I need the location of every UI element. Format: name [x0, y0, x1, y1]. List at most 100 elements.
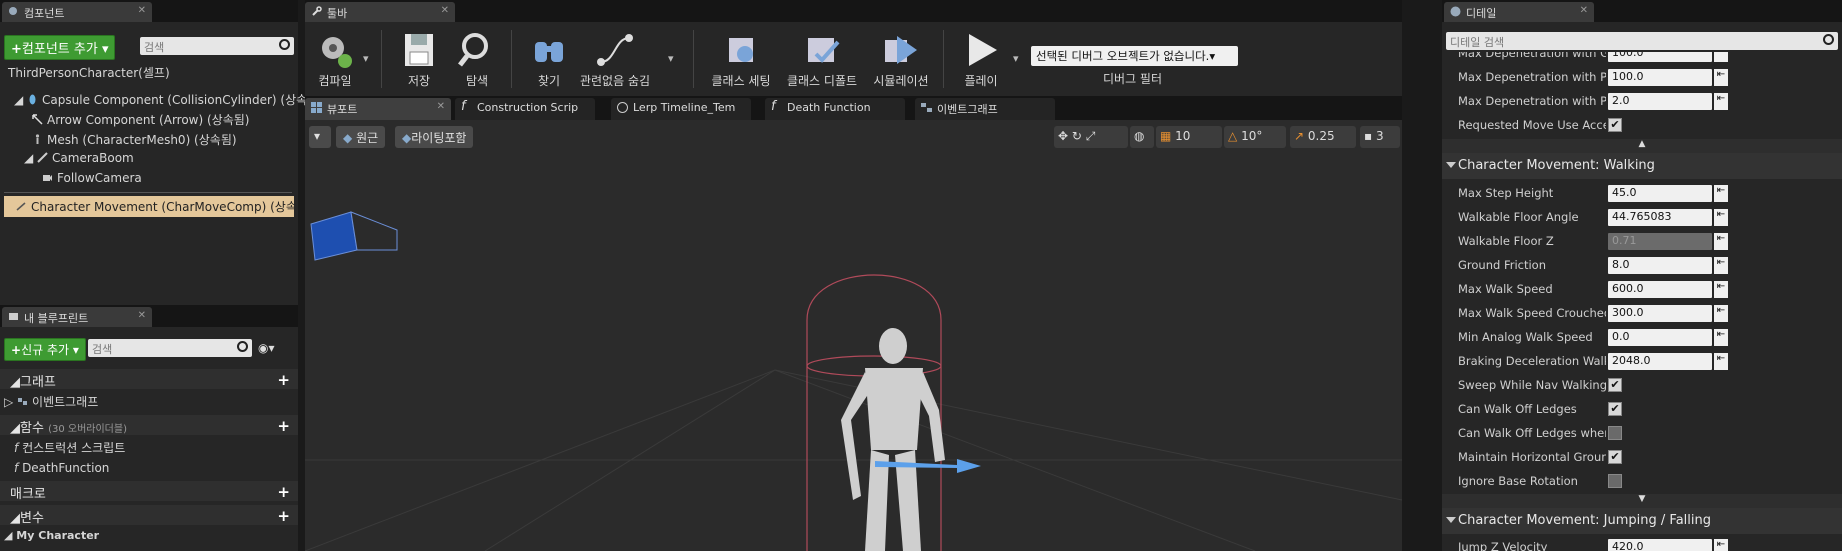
reset-icon[interactable]: ⇤: [1714, 209, 1728, 226]
tree-item-self[interactable]: ThirdPersonCharacter(셀프): [8, 64, 170, 81]
add-function-icon[interactable]: +: [277, 417, 290, 435]
close-icon[interactable]: ✕: [138, 310, 146, 321]
details-search-input[interactable]: 디테일 검색: [1446, 32, 1838, 50]
viewport[interactable]: ▾ ◆ 원근 ◆라이팅포함 ✥ ↻ ⤢ ◍ ▦ 10 △ 10° ↗ 0.25 …: [305, 120, 1402, 551]
class-defaults-button[interactable]: 클래스 디폴트: [781, 30, 863, 89]
grid-snap-control[interactable]: ▦ 10: [1156, 126, 1222, 148]
scale-icon[interactable]: ⤢: [1086, 129, 1096, 143]
property-checkbox[interactable]: ✔: [1608, 402, 1622, 416]
add-graph-icon[interactable]: +: [277, 371, 290, 389]
rotation-snap-control[interactable]: △ 10°: [1224, 126, 1286, 148]
reset-icon[interactable]: ⇤: [1714, 69, 1728, 86]
close-icon[interactable]: ✕: [1580, 5, 1588, 16]
add-macro-icon[interactable]: +: [277, 483, 290, 501]
property-value[interactable]: 100.0 ⇤: [1608, 52, 1728, 62]
reset-icon[interactable]: ⇤: [1714, 329, 1728, 346]
close-icon[interactable]: ✕: [437, 101, 445, 112]
property-value[interactable]: 8.0 ⇤: [1608, 257, 1728, 274]
list-item-function[interactable]: f DeathFunction: [14, 461, 109, 475]
debug-object-select[interactable]: 선택된 디버그 오브젝트가 없습니다.▾: [1031, 46, 1238, 66]
property-value[interactable]: 600.0 ⇤: [1608, 281, 1728, 298]
tree-item-arrow[interactable]: Arrow Component (Arrow) (상속됨): [32, 111, 249, 128]
tab-lerp-timeline[interactable]: Lerp Timeline_Tem: [611, 98, 751, 120]
find-button[interactable]: 찾기: [519, 30, 579, 89]
add-new-button[interactable]: +신규 추가 ▾: [4, 338, 86, 361]
chevron-down-icon[interactable]: ▾: [668, 52, 674, 65]
hide-unrelated-button[interactable]: 관련없음 숨김: [575, 30, 655, 89]
tab-components[interactable]: 컴포넌트 ✕: [2, 2, 152, 22]
rotate-icon[interactable]: ↻: [1072, 129, 1082, 143]
tab-details[interactable]: 디테일 ✕: [1444, 2, 1594, 22]
components-search-input[interactable]: 검색: [140, 37, 294, 55]
camera-speed-control[interactable]: ▪ 3: [1360, 126, 1400, 148]
category-my-character[interactable]: ◢ My Character: [4, 529, 99, 542]
collapse-arrow-icon[interactable]: ▲: [1442, 139, 1842, 153]
reset-icon[interactable]: ⇤: [1714, 185, 1728, 202]
perspective-button[interactable]: ◆ 원근: [336, 126, 386, 148]
browse-button[interactable]: 탐색: [451, 30, 503, 89]
property-checkbox[interactable]: ✔: [1608, 378, 1622, 392]
chevron-down-icon[interactable]: ▾: [363, 52, 369, 65]
scale-snap-control[interactable]: ↗ 0.25: [1290, 126, 1356, 148]
property-label: Can Walk Off Ledges: [1458, 402, 1577, 416]
functions-section[interactable]: ◢함수 (30 오버라이더블) +: [0, 415, 298, 436]
property-value[interactable]: 2048.0 ⇤: [1608, 353, 1728, 370]
property-checkbox[interactable]: [1608, 426, 1622, 440]
tree-item-followcamera[interactable]: FollowCamera: [42, 171, 142, 185]
play-button[interactable]: 플레이: [951, 30, 1011, 89]
viewport-options-button[interactable]: ▾: [309, 126, 331, 148]
reset-icon[interactable]: ⇤: [1714, 257, 1728, 274]
world-local-toggle[interactable]: ◍: [1130, 126, 1154, 148]
reset-icon[interactable]: ⇤: [1714, 281, 1728, 298]
property-value[interactable]: 300.0 ⇤: [1608, 305, 1728, 322]
list-item-event-graph[interactable]: ▷ 이벤트그래프: [4, 393, 98, 410]
move-icon[interactable]: ✥: [1058, 129, 1068, 143]
property-checkbox[interactable]: ✔: [1608, 450, 1622, 464]
tab-event-graph[interactable]: 이벤트그래프: [915, 98, 1055, 120]
eye-icon[interactable]: ◉▾: [258, 341, 275, 355]
tab-my-blueprint[interactable]: 내 블루프린트 ✕: [2, 307, 152, 327]
tree-item-capsule[interactable]: ◢ Capsule Component (CollisionCylinder) …: [14, 91, 323, 108]
property-value[interactable]: 100.0 ⇤: [1608, 69, 1728, 86]
category-walking[interactable]: Character Movement: Walking: [1442, 153, 1842, 179]
property-checkbox[interactable]: ✔: [1608, 118, 1622, 132]
blueprint-search-input[interactable]: 검색: [88, 339, 252, 357]
reset-icon[interactable]: ⇤: [1714, 353, 1728, 370]
reset-icon[interactable]: ⇤: [1714, 539, 1728, 551]
simulation-button[interactable]: 시뮬레이션: [863, 30, 939, 89]
list-item-function[interactable]: f 컨스트럭션 스크립트: [14, 439, 125, 456]
variables-section[interactable]: ◢변수 +: [0, 505, 298, 526]
close-icon[interactable]: ✕: [441, 5, 449, 16]
add-component-button[interactable]: +컴포넌트 추가 ▾: [4, 35, 116, 60]
function-icon: f: [14, 461, 19, 475]
tab-toolbar[interactable]: 툴바 ✕: [305, 2, 455, 22]
tab-construction-script[interactable]: f Construction Scrip: [455, 98, 595, 120]
tree-item-charmovement[interactable]: Character Movement (CharMoveComp) (상속됨): [4, 196, 294, 217]
tree-item-mesh[interactable]: Mesh (CharacterMesh0) (상속됨): [32, 131, 237, 148]
reset-icon[interactable]: ⇤: [1714, 52, 1728, 62]
property-value[interactable]: 45.0 ⇤: [1608, 185, 1728, 202]
property-value[interactable]: 420.0 ⇤: [1608, 539, 1728, 551]
lit-mode-button[interactable]: ◆라이팅포함: [395, 126, 474, 148]
property-value[interactable]: 0.0 ⇤: [1608, 329, 1728, 346]
macros-section[interactable]: 매크로 +: [0, 481, 298, 502]
reset-icon[interactable]: ⇤: [1714, 93, 1728, 110]
property-value[interactable]: 44.765083 ⇤: [1608, 209, 1728, 226]
transform-tools[interactable]: ✥ ↻ ⤢: [1054, 126, 1128, 148]
reset-icon[interactable]: ⇤: [1714, 305, 1728, 322]
tab-death-function[interactable]: f Death Function: [765, 98, 905, 120]
class-settings-button[interactable]: 클래스 세팅: [701, 30, 781, 89]
graph-section[interactable]: ◢그래프 +: [0, 369, 298, 390]
tree-item-cameraboom[interactable]: ◢ CameraBoom: [24, 151, 134, 165]
property-value[interactable]: 2.0 ⇤: [1608, 93, 1728, 110]
add-variable-icon[interactable]: +: [277, 507, 290, 525]
compile-button[interactable]: 컴파일: [309, 30, 361, 89]
save-button[interactable]: 저장: [393, 30, 445, 89]
expand-arrow-icon[interactable]: ▼: [1442, 494, 1842, 508]
tab-viewport[interactable]: 뷰포트 ✕: [305, 98, 451, 120]
chevron-down-icon[interactable]: ▾: [1013, 52, 1019, 65]
category-jumping[interactable]: Character Movement: Jumping / Falling: [1442, 508, 1842, 534]
reset-icon[interactable]: ⇤: [1714, 233, 1728, 250]
property-checkbox[interactable]: [1608, 474, 1622, 488]
close-icon[interactable]: ✕: [138, 5, 146, 16]
